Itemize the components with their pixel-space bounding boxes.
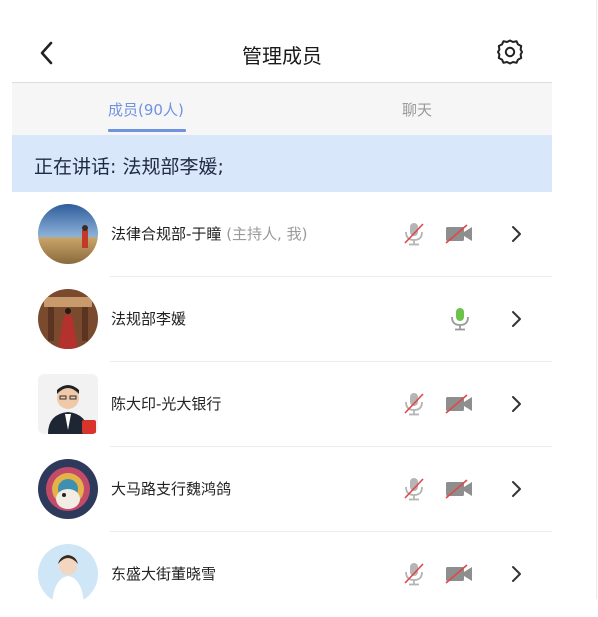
chevron-right-icon	[512, 311, 521, 327]
member-row[interactable]: 法规部李媛	[12, 277, 552, 362]
member-row[interactable]: 大马路支行魏鸿鸽	[12, 447, 552, 532]
member-row[interactable]: 陈大印-光大银行	[12, 362, 552, 447]
active-tab-indicator	[108, 129, 186, 132]
mic-muted-icon[interactable]	[402, 561, 426, 587]
mic-muted-icon[interactable]	[402, 221, 426, 247]
mic-muted-icon[interactable]	[402, 476, 426, 502]
camera-off-icon[interactable]	[445, 479, 473, 499]
member-avatar	[38, 289, 98, 349]
mic-active-icon[interactable]	[448, 306, 472, 332]
tab-members[interactable]: 成员(90人)	[108, 99, 184, 120]
gear-icon[interactable]	[496, 38, 524, 66]
member-name: 东盛大街董晓雪	[111, 565, 217, 583]
member-name: 大马路支行魏鸿鸽	[111, 480, 232, 498]
window-edge-divider	[596, 0, 597, 599]
tab-chat[interactable]: 聊天	[402, 99, 432, 120]
header: 管理成员	[12, 0, 552, 83]
member-avatar	[38, 374, 98, 434]
speaking-banner: 正在讲话: 法规部李媛;	[12, 135, 552, 192]
chevron-right-icon	[512, 481, 521, 497]
camera-off-icon[interactable]	[445, 564, 473, 584]
camera-off-icon[interactable]	[445, 394, 473, 414]
member-management-panel: 管理成员 成员(90人) 聊天 正在讲话: 法规部李媛; 法律合规部-于瞳 (主…	[12, 0, 552, 604]
member-avatar	[38, 459, 98, 519]
chevron-right-icon	[512, 566, 521, 582]
chevron-right-icon	[512, 226, 521, 242]
chevron-right-icon	[512, 396, 521, 412]
tab-bar: 成员(90人) 聊天	[12, 83, 552, 135]
member-row[interactable]: 东盛大街董晓雪	[12, 532, 552, 617]
member-name: 陈大印-光大银行	[111, 395, 222, 413]
camera-off-icon[interactable]	[445, 224, 473, 244]
speaking-text: 正在讲话: 法规部李媛;	[34, 156, 224, 178]
page-title: 管理成员	[242, 44, 322, 68]
member-role-tag: (主持人, 我)	[221, 225, 308, 243]
member-name: 法律合规部-于瞳 (主持人, 我)	[111, 225, 308, 243]
member-name: 法规部李媛	[111, 310, 187, 328]
member-avatar	[38, 204, 98, 264]
member-row[interactable]: 法律合规部-于瞳 (主持人, 我)	[12, 192, 552, 277]
member-avatar	[38, 544, 98, 604]
mic-muted-icon[interactable]	[402, 391, 426, 417]
